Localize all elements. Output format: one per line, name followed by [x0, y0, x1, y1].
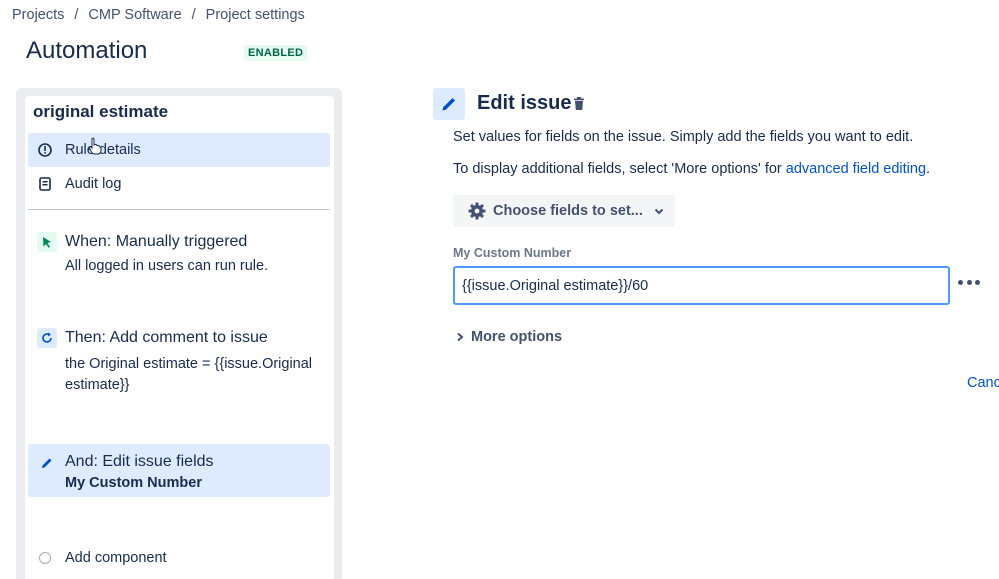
pencil-icon: [442, 98, 455, 111]
cursor-click-icon: [37, 232, 57, 252]
gear-icon: [468, 202, 486, 220]
audit-log-icon: [37, 176, 53, 192]
add-component-button[interactable]: Add component: [28, 544, 330, 572]
component-subtitle: the Original estimate = {{issue.Original…: [65, 356, 313, 393]
breadcrumb-separator: /: [74, 7, 79, 23]
more-actions-icon[interactable]: [958, 272, 980, 292]
sidebar-item-label: Rule details: [65, 142, 141, 158]
rule-name: original estimate: [33, 102, 169, 121]
advanced-hint-suffix: .: [926, 161, 931, 177]
sidebar-item-label: Audit log: [65, 176, 122, 192]
custom-number-input[interactable]: [453, 266, 950, 305]
choose-fields-label: Choose fields to set...: [493, 203, 643, 219]
editor-advanced-hint: To display additional fields, select 'Mo…: [453, 161, 930, 177]
breadcrumb-separator: /: [191, 7, 196, 23]
advanced-field-editing-link[interactable]: advanced field editing: [786, 161, 926, 177]
field-label: My Custom Number: [453, 246, 572, 260]
hand-pointer-icon: [88, 137, 102, 155]
more-options-toggle[interactable]: More options: [455, 329, 562, 345]
refresh-icon: [37, 328, 57, 348]
editor-title: Edit issue: [477, 92, 572, 114]
component-subtitle: My Custom Number: [65, 475, 202, 491]
pencil-icon: [37, 453, 57, 473]
rule-sidebar: original estimate Rule details Audit log…: [25, 96, 334, 579]
component-action-add-comment[interactable]: Then: Add comment to issue the Original …: [28, 319, 330, 401]
breadcrumb-project-settings[interactable]: Project settings: [206, 7, 305, 23]
add-component-label: Add component: [65, 550, 167, 566]
circle-icon: [39, 552, 51, 564]
component-action-edit-issue[interactable]: And: Edit issue fields My Custom Number: [28, 444, 330, 497]
breadcrumb: Projects / CMP Software / Project settin…: [12, 7, 305, 23]
status-badge: ENABLED: [244, 45, 308, 61]
cancel-button[interactable]: Cancel: [967, 375, 999, 391]
breadcrumb-cmp-software[interactable]: CMP Software: [88, 7, 181, 23]
edit-issue-icon-box: [433, 88, 465, 120]
more-options-label: More options: [471, 329, 563, 345]
component-title: Then: Add comment to issue: [65, 329, 268, 346]
component-subtitle: All logged in users can run rule.: [65, 258, 269, 274]
chevron-down-icon: [654, 208, 664, 215]
component-title: When: Manually triggered: [65, 233, 248, 250]
component-trigger[interactable]: When: Manually triggered All logged in u…: [28, 223, 330, 283]
breadcrumb-projects[interactable]: Projects: [12, 7, 64, 23]
choose-fields-button[interactable]: Choose fields to set...: [453, 195, 675, 227]
chevron-right-icon: [457, 332, 464, 342]
sidebar-item-audit-log[interactable]: Audit log: [28, 167, 330, 201]
page-title: Automation: [26, 37, 148, 64]
sidebar-item-rule-details[interactable]: Rule details: [28, 133, 330, 167]
trash-icon[interactable]: [571, 96, 587, 112]
divider: [28, 209, 330, 210]
component-title: And: Edit issue fields: [65, 453, 214, 470]
advanced-hint-prefix: To display additional fields, select 'Mo…: [453, 161, 786, 177]
editor-description: Set values for fields on the issue. Simp…: [453, 129, 914, 145]
info-icon: [37, 142, 53, 158]
